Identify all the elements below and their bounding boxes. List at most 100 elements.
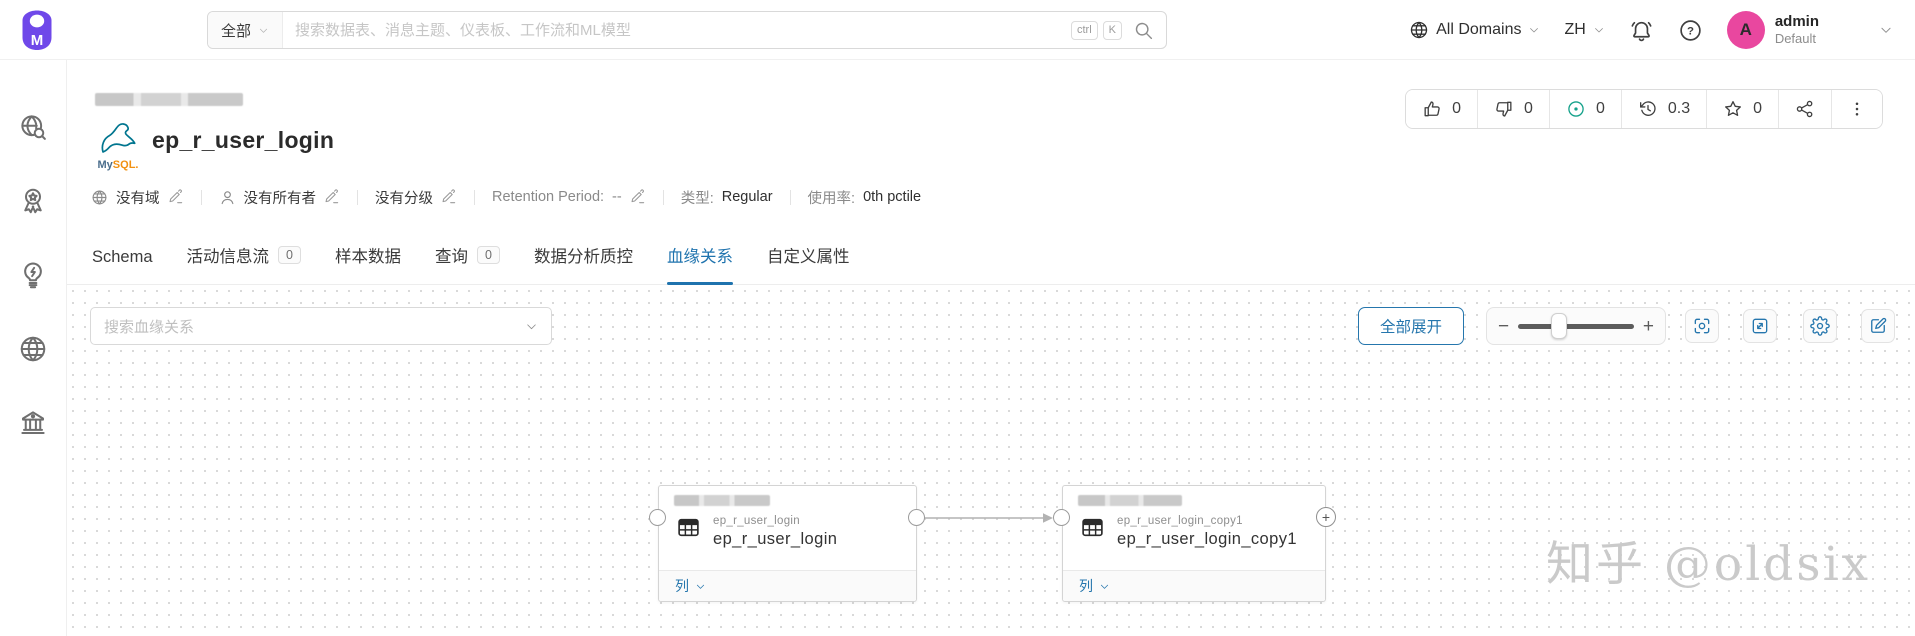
type-value: Regular — [721, 189, 773, 205]
star-count: 0 — [1753, 100, 1762, 117]
divider — [200, 189, 202, 205]
user-menu[interactable]: A admin Default — [1726, 11, 1819, 49]
sidebar-item-explore[interactable] — [18, 112, 48, 142]
zoom-slider-track[interactable] — [1518, 313, 1634, 339]
downvote-count: 0 — [1524, 100, 1533, 117]
upvote-count: 0 — [1452, 100, 1462, 117]
zoom-in-button[interactable]: + — [1643, 317, 1654, 336]
search-scope-select[interactable]: 全部 — [208, 12, 284, 48]
divider — [662, 189, 664, 205]
expand-all-button[interactable]: 全部展开 — [1358, 307, 1464, 345]
edit-pencil-icon[interactable] — [168, 189, 184, 205]
tab-sample-data[interactable]: 样本数据 — [335, 243, 401, 284]
fit-to-screen-button[interactable] — [1685, 309, 1719, 343]
language-select[interactable]: ZH — [1564, 21, 1604, 39]
lineage-settings-button[interactable] — [1803, 309, 1837, 343]
govern-bank-icon — [21, 411, 45, 434]
focus-center-icon — [1694, 318, 1710, 334]
more-vertical-icon — [1855, 102, 1859, 116]
meta-domain: 没有域 — [91, 187, 184, 208]
fullscreen-button[interactable] — [1743, 309, 1777, 343]
node-columns-toggle[interactable]: 列 — [1063, 570, 1325, 601]
type-label: 类型: — [680, 190, 714, 207]
owner-value: 没有所有者 — [243, 190, 317, 207]
retention-value: -- — [612, 189, 622, 205]
lineage-canvas[interactable]: 搜索血缘关系 全部展开 − + ep_r_user_login ep_r_use… — [67, 285, 1915, 636]
node-body: ep_r_user_login_copy1 ep_r_user_login_co… — [1063, 506, 1325, 549]
page-title: ep_r_user_login — [152, 127, 335, 153]
svg-text:?: ? — [1687, 25, 1694, 37]
search-icon[interactable] — [1133, 20, 1154, 41]
tab-activity-feed[interactable]: 活动信息流 0 — [187, 243, 301, 284]
global-search: 全部 ctrl K — [207, 11, 1167, 49]
tab-custom-properties[interactable]: 自定义属性 — [767, 243, 850, 284]
version-number: 0.3 — [1667, 100, 1691, 117]
chevron-down-icon — [1530, 28, 1539, 33]
lineage-node-target[interactable]: ep_r_user_login_copy1 ep_r_user_login_co… — [1062, 485, 1326, 602]
downvote-button[interactable]: 0 — [1477, 90, 1549, 128]
watermark: 知乎 @oldsix — [1545, 537, 1871, 592]
edit-pencil-icon[interactable] — [630, 189, 646, 205]
zoom-slider-handle[interactable] — [1550, 313, 1567, 339]
node-name: ep_r_user_login — [713, 530, 838, 548]
node-columns-toggle[interactable]: 列 — [659, 570, 916, 601]
global-search-input[interactable] — [283, 12, 1071, 48]
user-role: Default — [1774, 31, 1817, 47]
edit-lineage-button[interactable] — [1861, 309, 1895, 343]
tab-schema[interactable]: Schema — [92, 248, 153, 284]
share-button[interactable] — [1778, 90, 1831, 128]
share-icon — [1796, 100, 1813, 118]
tab-queries[interactable]: 查询 0 — [435, 243, 500, 284]
user-name: admin — [1774, 13, 1819, 31]
zoom-slider: − + — [1486, 307, 1666, 345]
gear-icon — [1810, 316, 1830, 336]
node-handle-left[interactable] — [649, 509, 666, 526]
tasks-button[interactable]: 0 — [1548, 90, 1621, 128]
all-domains-select[interactable]: All Domains — [1409, 20, 1540, 40]
help-button[interactable]: ? — [1678, 18, 1703, 43]
lineage-node-source[interactable]: ep_r_user_login ep_r_user_login 列 — [658, 485, 917, 602]
sidebar-item-domains[interactable] — [18, 334, 48, 364]
tab-lineage[interactable]: 血缘关系 — [666, 243, 733, 285]
version-button[interactable]: 0.3 — [1620, 90, 1707, 128]
star-button[interactable]: 0 — [1706, 90, 1778, 128]
tier-value: 没有分级 — [375, 190, 433, 207]
add-downstream-plus-icon[interactable]: + — [1316, 507, 1336, 527]
node-fqn: ep_r_user_login_copy1 — [1117, 515, 1243, 527]
thumbs-up-icon — [1424, 101, 1440, 117]
lineage-search-select[interactable]: 搜索血缘关系 — [90, 307, 552, 345]
all-domains-label: All Domains — [1436, 21, 1522, 38]
version-history-icon — [1639, 101, 1656, 116]
zoom-out-button[interactable]: − — [1498, 317, 1509, 336]
divider — [474, 189, 475, 205]
tab-badge: 0 — [278, 245, 301, 265]
sidebar-item-govern[interactable] — [18, 408, 48, 438]
openmetadata-logo[interactable]: M — [17, 9, 57, 51]
meta-type: 类型: Regular — [681, 187, 773, 208]
tab-profiler[interactable]: 数据分析质控 — [534, 243, 633, 284]
node-handle-left[interactable] — [1053, 509, 1070, 526]
insights-lightbulb-icon — [24, 262, 42, 289]
meta-owner: 没有所有者 — [219, 187, 341, 208]
user-icon — [221, 190, 233, 204]
node-fqn: ep_r_user_login — [713, 515, 800, 527]
node-handle-right[interactable] — [908, 509, 925, 526]
more-actions-button[interactable] — [1831, 90, 1882, 128]
question-circle-icon: ? — [1680, 19, 1701, 41]
divider — [789, 189, 791, 205]
meta-retention: Retention Period: -- — [492, 189, 646, 205]
lineage-search-placeholder: 搜索血缘关系 — [104, 318, 195, 336]
sidebar-item-insights[interactable] — [18, 260, 48, 290]
usage-label: 使用率: — [807, 190, 856, 207]
table-icon — [678, 518, 699, 537]
chevron-down-icon[interactable] — [1879, 23, 1893, 37]
edit-pencil-icon[interactable] — [324, 189, 340, 205]
quality-medal-icon — [24, 188, 42, 214]
main-content: MySQL. ep_r_user_login 0 0 0 0.3 0 没有域 没… — [67, 60, 1915, 636]
edit-pencil-icon[interactable] — [441, 189, 457, 205]
sidebar-item-quality[interactable] — [18, 186, 48, 216]
upvote-button[interactable]: 0 — [1406, 90, 1478, 128]
expand-icon — [1752, 318, 1768, 334]
edit-square-icon — [1871, 317, 1887, 333]
notifications-button[interactable] — [1629, 18, 1654, 43]
